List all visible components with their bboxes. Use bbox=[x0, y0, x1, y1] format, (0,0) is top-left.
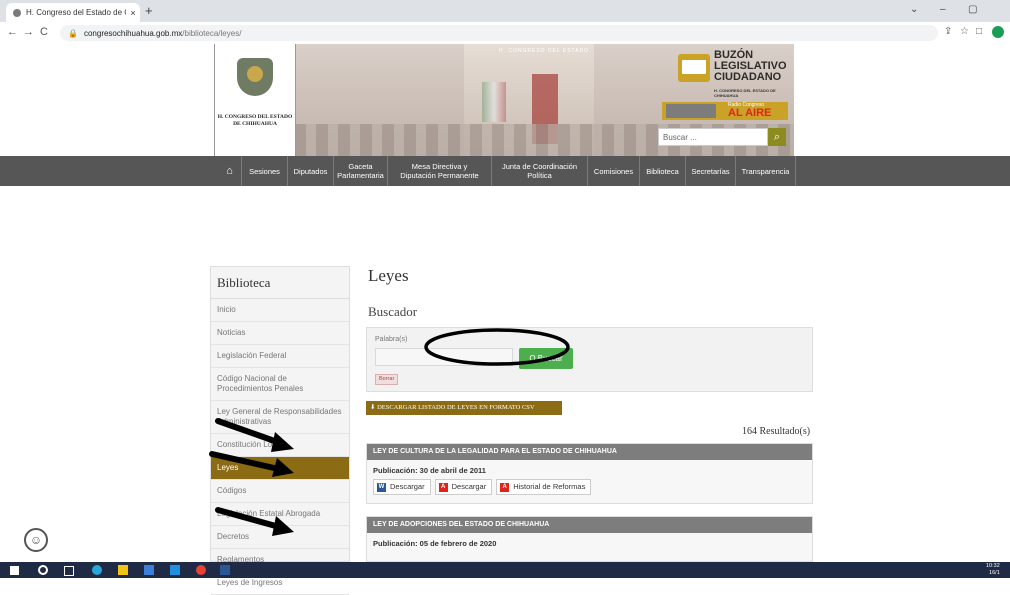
sidebar-item-noticias[interactable]: Noticias bbox=[211, 322, 349, 345]
sidebar-item-legislacion-federal[interactable]: Legislación Federal bbox=[211, 345, 349, 368]
results-count: 164 Resultado(s) bbox=[742, 426, 811, 437]
nav-comisiones[interactable]: Comisiones bbox=[588, 156, 640, 186]
download-csv-button[interactable]: ⬇ DESCARGAR LISTADO DE LEYES EN FORMATO … bbox=[366, 401, 562, 415]
accessibility-icon[interactable]: ☺ bbox=[24, 528, 48, 552]
browser-tab-bar: H. Congreso del Estado de Chih × + ⌄ – ▢ bbox=[0, 0, 1010, 22]
logo-text: H. CONGRESO DEL ESTADO DE CHIHUAHUA bbox=[217, 114, 293, 127]
clear-button[interactable]: Borrar bbox=[375, 374, 399, 385]
sidebar-item-ley-general[interactable]: Ley General de Responsabilidades Adminis… bbox=[211, 401, 349, 434]
lock-icon: 🔒 bbox=[68, 28, 78, 38]
sidebar-item-codigo-nacional[interactable]: Código Nacional de Procedimientos Penale… bbox=[211, 368, 349, 401]
main-nav: ⌂ Sesiones Diputados Gaceta Parlamentari… bbox=[218, 156, 796, 186]
congress-logo[interactable]: H. CONGRESO DEL ESTADO DE CHIHUAHUA bbox=[214, 44, 296, 156]
download-pdf-label: Descargar bbox=[451, 482, 487, 491]
tab-title: H. Congreso del Estado de Chih bbox=[26, 8, 126, 17]
buzon-legislativo-banner[interactable]: BUZÓN LEGISLATIVO CIUDADANO H. CONGRESO … bbox=[676, 48, 794, 98]
file-explorer-icon[interactable] bbox=[118, 565, 128, 575]
clock-time: 10:32 bbox=[986, 563, 1000, 569]
radio-congreso-banner[interactable]: Radio Congreso AL AIRE bbox=[662, 102, 788, 120]
forward-button[interactable]: → bbox=[23, 26, 34, 38]
address-bar: ← → C 🔒 congresochihuahua.gob.mx/bibliot… bbox=[0, 22, 1010, 45]
nav-mesa-directiva[interactable]: Mesa Directiva y Diputación Permanente bbox=[388, 156, 492, 186]
tab-search-icon[interactable]: ⌄ bbox=[910, 4, 918, 15]
nav-secretarias[interactable]: Secretarías bbox=[686, 156, 736, 186]
maximize-button[interactable]: ▢ bbox=[968, 4, 977, 15]
pdf-icon: A bbox=[438, 482, 448, 492]
header-search-input[interactable]: Buscar ... bbox=[658, 128, 768, 146]
radio-logo-icon bbox=[666, 104, 716, 118]
word-icon: W bbox=[377, 482, 386, 492]
minimize-button[interactable]: – bbox=[940, 4, 946, 15]
mail-icon[interactable] bbox=[170, 565, 180, 575]
sidebar-item-inicio[interactable]: Inicio bbox=[211, 299, 349, 322]
edge-icon[interactable] bbox=[92, 565, 102, 575]
profile-avatar[interactable] bbox=[992, 26, 1004, 38]
nav-home[interactable]: ⌂ bbox=[218, 156, 242, 186]
law-title[interactable]: LEY DE ADOPCIONES DEL ESTADO DE CHIHUAHU… bbox=[367, 517, 812, 533]
taskbar-clock[interactable]: 10:32 16/1 bbox=[986, 563, 1000, 577]
nav-gaceta[interactable]: Gaceta Parlamentaria bbox=[334, 156, 388, 186]
download-word-button[interactable]: W Descargar bbox=[373, 479, 431, 495]
header-search-button[interactable]: ⌕ bbox=[768, 128, 786, 146]
reform-history-button[interactable]: A Historial de Reformas bbox=[496, 479, 592, 495]
sidebar-item-legislacion-abrogada[interactable]: Legislación Estatal Abrogada bbox=[211, 503, 349, 526]
law-publication: Publicación: 30 de abril de 2011 bbox=[373, 466, 486, 475]
nav-diputados[interactable]: Diputados bbox=[288, 156, 334, 186]
download-word-label: Descargar bbox=[390, 482, 425, 491]
search-button[interactable]: Q Buscar bbox=[519, 348, 573, 369]
sidebar-item-constitucion[interactable]: Constitución Local bbox=[211, 434, 349, 457]
url-host: congresochihuahua.gob.mx bbox=[83, 28, 183, 38]
law-card: LEY DE CULTURA DE LA LEGALIDAD PARA EL E… bbox=[366, 443, 813, 504]
sidebar-item-leyes[interactable]: Leyes bbox=[211, 457, 349, 480]
search-icon: ⌕ bbox=[773, 131, 781, 143]
search-label: Palabra(s) bbox=[375, 336, 408, 343]
search-icon[interactable] bbox=[38, 565, 48, 575]
home-icon: ⌂ bbox=[226, 164, 233, 177]
law-card: LEY DE ADOPCIONES DEL ESTADO DE CHIHUAHU… bbox=[366, 516, 813, 562]
search-input[interactable] bbox=[375, 348, 513, 366]
sidebar-item-codigos[interactable]: Códigos bbox=[211, 480, 349, 503]
bookmark-star-icon[interactable]: ☆ bbox=[960, 26, 969, 37]
task-view-icon[interactable] bbox=[64, 566, 74, 576]
back-button[interactable]: ← bbox=[7, 26, 18, 38]
url-path: /biblioteca/leyes/ bbox=[182, 28, 242, 38]
search-section-title: Buscador bbox=[368, 304, 418, 319]
law-publication: Publicación: 05 de febrero de 2020 bbox=[373, 539, 497, 548]
radio-main-label: AL AIRE bbox=[728, 107, 772, 119]
nav-biblioteca[interactable]: Biblioteca bbox=[640, 156, 686, 186]
windows-taskbar: 10:32 16/1 bbox=[0, 562, 1010, 578]
search-panel: Palabra(s) Q Buscar Borrar bbox=[366, 327, 813, 392]
library-sidebar: Biblioteca Inicio Noticias Legislación F… bbox=[210, 266, 350, 595]
page-title: Leyes bbox=[368, 266, 409, 285]
nav-transparencia[interactable]: Transparencia bbox=[736, 156, 796, 186]
buzon-subtitle: H. CONGRESO DEL ESTADO DE CHIHUAHUA bbox=[714, 88, 776, 98]
buzon-title: BUZÓN LEGISLATIVO CIUDADANO bbox=[714, 49, 787, 83]
new-tab-button[interactable]: + bbox=[145, 3, 153, 18]
pdf-icon: A bbox=[500, 482, 510, 492]
url-field[interactable]: 🔒 congresochihuahua.gob.mx/biblioteca/le… bbox=[60, 25, 938, 41]
clock-date: 16/1 bbox=[989, 570, 1000, 576]
start-icon[interactable] bbox=[10, 566, 19, 575]
hero-caption: H. CONGRESO DEL ESTADO bbox=[499, 48, 590, 54]
store-icon[interactable] bbox=[144, 565, 154, 575]
reform-history-label: Historial de Reformas bbox=[513, 482, 586, 491]
law-title[interactable]: LEY DE CULTURA DE LA LEGALIDAD PARA EL E… bbox=[367, 444, 812, 460]
sidebar-item-decretos[interactable]: Decretos bbox=[211, 526, 349, 549]
browser-tab[interactable]: H. Congreso del Estado de Chih × bbox=[6, 3, 140, 22]
envelope-icon bbox=[678, 54, 710, 82]
share-icon[interactable]: ⇪ bbox=[944, 26, 952, 37]
nav-junta-coordinacion[interactable]: Junta de Coordinación Política bbox=[492, 156, 588, 186]
favicon-icon bbox=[13, 8, 21, 17]
word-icon[interactable] bbox=[220, 565, 230, 575]
coat-of-arms-icon bbox=[237, 58, 273, 96]
reload-button[interactable]: C bbox=[40, 26, 48, 38]
chrome-icon[interactable] bbox=[196, 565, 206, 575]
tab-close-icon[interactable]: × bbox=[126, 8, 140, 18]
download-pdf-button[interactable]: A Descargar bbox=[434, 479, 493, 495]
sidebar-title: Biblioteca bbox=[211, 267, 349, 299]
nav-sesiones[interactable]: Sesiones bbox=[242, 156, 288, 186]
extensions-icon[interactable]: □ bbox=[976, 26, 982, 37]
